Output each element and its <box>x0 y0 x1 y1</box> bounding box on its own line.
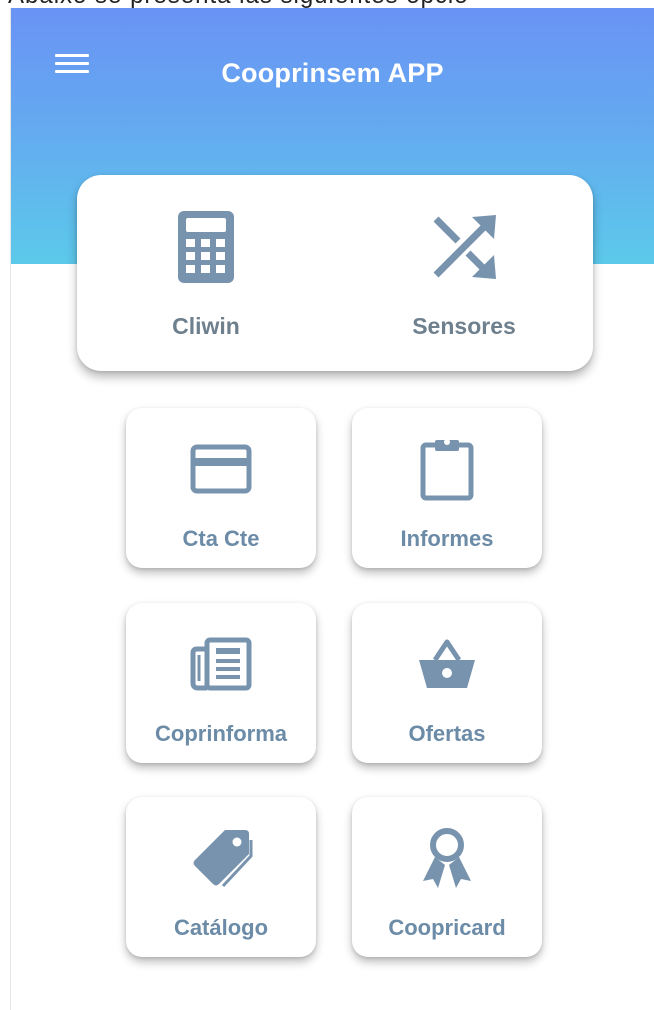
shopping-basket-icon <box>412 629 482 699</box>
shuffle-icon <box>424 207 504 287</box>
app-title: Cooprinsem APP <box>221 58 444 88</box>
informes-button[interactable]: Informes <box>352 408 542 568</box>
cropped-instruction-text: Abaixo se presenta las siguientes opcio <box>0 0 654 8</box>
sensores-label: Sensores <box>412 313 516 339</box>
hamburger-menu-icon-bar-top <box>55 54 89 57</box>
calculator-icon <box>166 207 246 287</box>
app-screen: Abaixo se presenta las siguientes opcio … <box>0 0 654 1010</box>
coprinforma-button[interactable]: Coprinforma <box>126 603 316 763</box>
coopricard-button[interactable]: Coopricard <box>352 797 542 957</box>
clipboard-icon <box>412 434 482 504</box>
sensores-button[interactable]: Sensores <box>335 175 593 371</box>
coprinforma-label: Coprinforma <box>155 721 287 746</box>
cta-cte-label: Cta Cte <box>182 526 260 551</box>
award-icon <box>412 823 482 893</box>
credit-card-icon <box>186 434 256 504</box>
tags-icon <box>186 823 256 893</box>
cropped-instruction-text-content: Abaixo se presenta las siguientes opcio <box>8 0 469 8</box>
ofertas-button[interactable]: Ofertas <box>352 603 542 763</box>
newspaper-icon <box>186 629 256 699</box>
cta-cte-button[interactable]: Cta Cte <box>126 408 316 568</box>
cliwin-label: Cliwin <box>172 313 240 339</box>
top-menu-card: Cliwin Sensores <box>77 175 593 371</box>
coopricard-label: Coopricard <box>388 915 506 940</box>
cliwin-button[interactable]: Cliwin <box>77 175 335 371</box>
informes-label: Informes <box>400 526 494 551</box>
ofertas-label: Ofertas <box>408 721 486 746</box>
catalogo-button[interactable]: Catálogo <box>126 797 316 957</box>
catalogo-label: Catálogo <box>173 915 269 940</box>
